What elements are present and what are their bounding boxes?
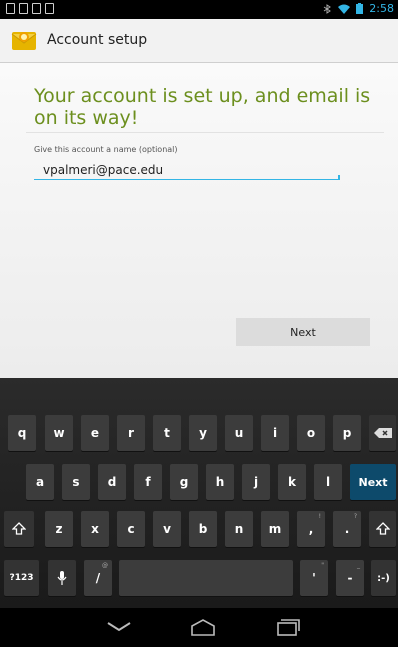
key-y[interactable]: y <box>189 415 217 451</box>
backspace-icon <box>373 428 392 438</box>
smiley-key[interactable]: :-) <box>371 560 396 596</box>
home-icon[interactable] <box>190 618 216 636</box>
microphone-icon <box>57 571 67 585</box>
key-q[interactable]: q <box>8 415 36 451</box>
key-b[interactable]: b <box>189 511 217 547</box>
key-h[interactable]: h <box>206 464 234 500</box>
apostrophe-label: ' <box>312 571 316 585</box>
key-w[interactable]: w <box>45 415 73 451</box>
battery-icon <box>356 3 364 14</box>
key-u[interactable]: u <box>225 415 253 451</box>
back-down-icon[interactable] <box>104 618 134 634</box>
setup-complete-headline: Your account is set up, and email is on … <box>34 85 371 129</box>
shift-key-left[interactable] <box>4 511 34 547</box>
comma-hint: ! <box>318 513 321 520</box>
screenshot-icon <box>19 3 28 14</box>
email-app-icon[interactable] <box>10 28 38 52</box>
key-o[interactable]: o <box>297 415 325 451</box>
divider <box>26 132 384 133</box>
key-r[interactable]: r <box>117 415 145 451</box>
clock: 2:58 <box>369 2 394 15</box>
key-l[interactable]: l <box>314 464 342 500</box>
navigation-bar <box>0 608 398 647</box>
shift-key-right[interactable] <box>369 511 396 547</box>
key-f[interactable]: f <box>134 464 162 500</box>
key-dash[interactable]: _ - <box>336 560 364 596</box>
dash-label: - <box>347 571 353 585</box>
wifi-icon <box>338 4 351 14</box>
action-bar: Account setup <box>0 19 398 63</box>
key-j[interactable]: j <box>242 464 270 500</box>
input-underline-corner <box>338 175 340 180</box>
period-label: . <box>344 522 350 536</box>
key-n[interactable]: n <box>225 511 253 547</box>
key-comma[interactable]: ! , <box>297 511 325 547</box>
system-icons: 2:58 <box>323 2 394 15</box>
status-bar: 2:58 <box>0 0 398 19</box>
key-k[interactable]: k <box>278 464 306 500</box>
key-m[interactable]: m <box>261 511 289 547</box>
key-e[interactable]: e <box>81 415 109 451</box>
key-period[interactable]: ? . <box>333 511 361 547</box>
key-d[interactable]: d <box>98 464 126 500</box>
key-apostrophe[interactable]: " ' <box>300 560 328 596</box>
notification-icon <box>6 3 15 14</box>
action-bar-title: Account setup <box>47 32 148 48</box>
period-hint: ? <box>353 513 357 520</box>
apostrophe-hint: " <box>321 562 324 569</box>
dash-hint: _ <box>357 562 360 569</box>
notification-icons <box>6 3 54 14</box>
backspace-key[interactable] <box>369 415 396 451</box>
key-v[interactable]: v <box>153 511 181 547</box>
key-s[interactable]: s <box>62 464 90 500</box>
next-button[interactable]: Next <box>236 318 370 346</box>
key-slash[interactable]: @ / <box>84 560 112 596</box>
account-name-label: Give this account a name (optional) <box>34 145 178 154</box>
shift-icon <box>375 522 390 535</box>
setup-content: Your account is set up, and email is on … <box>0 63 398 378</box>
keyboard-next-key[interactable]: Next <box>350 464 396 500</box>
comma-label: , <box>308 522 314 536</box>
key-a[interactable]: a <box>26 464 54 500</box>
key-t[interactable]: t <box>153 415 181 451</box>
recent-apps-icon[interactable] <box>276 618 300 636</box>
bluetooth-icon <box>324 3 332 14</box>
soft-keyboard: q w e r t y u i o p a s d f g h j k l Ne… <box>0 378 398 608</box>
slash-hint: @ <box>102 562 108 569</box>
spacebar[interactable] <box>119 560 293 596</box>
account-name-input[interactable] <box>34 160 340 180</box>
key-x[interactable]: x <box>81 511 109 547</box>
key-g[interactable]: g <box>170 464 198 500</box>
email-notification-icon <box>32 3 41 14</box>
key-c[interactable]: c <box>117 511 145 547</box>
key-p[interactable]: p <box>333 415 361 451</box>
key-z[interactable]: z <box>45 511 73 547</box>
slash-label: / <box>95 571 101 585</box>
key-i[interactable]: i <box>261 415 289 451</box>
image-notification-icon <box>45 3 54 14</box>
voice-input-key[interactable] <box>48 560 76 596</box>
symbols-key[interactable]: ?123 <box>4 560 39 596</box>
shift-icon <box>12 522 26 535</box>
